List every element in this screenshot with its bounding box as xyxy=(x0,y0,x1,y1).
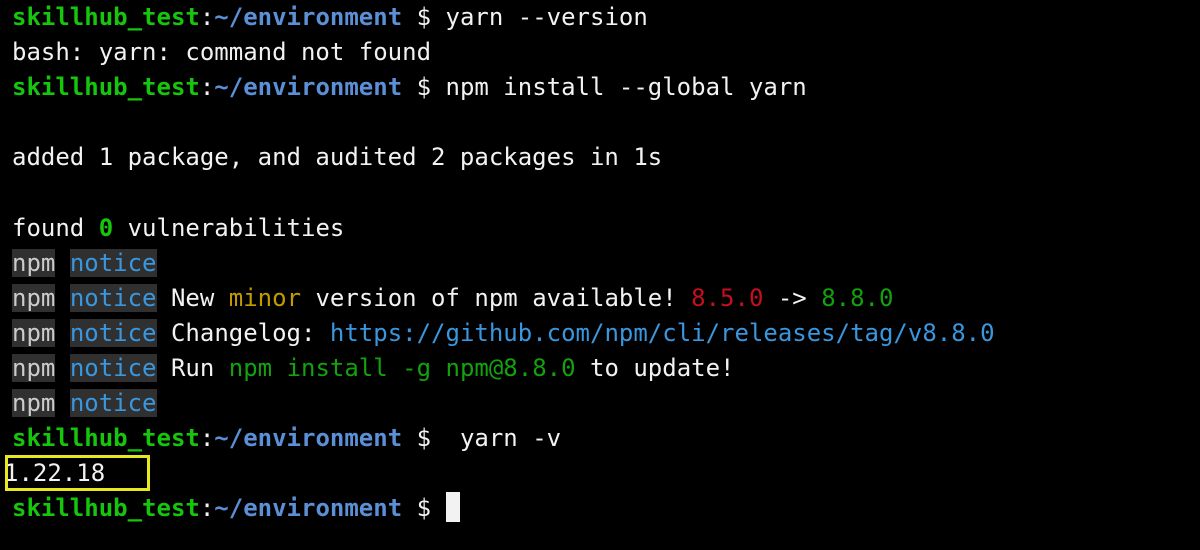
output-line: added 1 package, and audited 2 packages … xyxy=(12,143,663,172)
npm-label: npm xyxy=(12,353,56,382)
npm-label: npm xyxy=(12,389,56,418)
npm-notice-line: npm notice xyxy=(12,246,1192,281)
npm-notice-line: npm notice Run npm install -g npm@8.8.0 … xyxy=(12,351,1192,386)
notice-text: New xyxy=(156,283,229,312)
notice-text: to update! xyxy=(575,353,735,382)
prompt-separator: : xyxy=(199,424,215,453)
changelog-link[interactable]: https://github.com/npm/cli/releases/tag/… xyxy=(330,319,995,347)
prompt-symbol: $ xyxy=(416,494,432,523)
prompt-user: skillhub_test xyxy=(12,3,200,31)
prompt-separator: : xyxy=(199,73,215,102)
notice-text: Run xyxy=(156,353,229,382)
version-arrow: -> xyxy=(763,283,822,312)
version-output-line: 1.22.18 xyxy=(4,456,1192,491)
prompt-symbol: $ xyxy=(416,424,432,453)
prompt-user: skillhub_test xyxy=(12,73,200,102)
new-version: 8.8.0 xyxy=(821,283,894,312)
prompt-line-1: skillhub_test:~/environment $ yarn --ver… xyxy=(12,0,1192,35)
prompt-line-2: skillhub_test:~/environment $ npm instal… xyxy=(12,70,1192,105)
terminal-cursor xyxy=(445,492,460,523)
npm-notice-line: npm notice New minor version of npm avai… xyxy=(12,281,1192,316)
vulnerabilities-line: found 0 vulnerabilities xyxy=(12,211,1192,246)
prompt-separator: : xyxy=(199,494,215,523)
notice-label: notice xyxy=(69,248,157,277)
command-text: yarn --version xyxy=(431,3,648,31)
command-text: npm install --global yarn xyxy=(431,73,807,102)
prompt-symbol: $ xyxy=(416,73,432,102)
notice-label: notice xyxy=(69,283,157,312)
prompt-line-3: skillhub_test:~/environment $ yarn -v xyxy=(12,421,1192,456)
npm-notice-line: npm notice xyxy=(12,386,1192,421)
prompt-path: ~/environment xyxy=(214,73,403,102)
npm-notice-line: npm notice Changelog: https://github.com… xyxy=(12,316,1192,351)
minor-label: minor xyxy=(228,283,302,312)
notice-text: version of npm available! xyxy=(301,283,692,312)
notice-text: Changelog: xyxy=(156,318,330,347)
npm-label: npm xyxy=(12,248,56,277)
found-suffix: vulnerabilities xyxy=(113,213,345,242)
found-prefix: found xyxy=(12,213,99,242)
vulnerability-count: 0 xyxy=(98,213,114,242)
prompt-line-4: skillhub_test:~/environment $ xyxy=(12,491,1192,526)
prompt-path: ~/environment xyxy=(214,3,403,31)
prompt-user: skillhub_test xyxy=(12,494,200,523)
yarn-version-output: 1.22.18 xyxy=(4,459,106,488)
prompt-path: ~/environment xyxy=(214,494,403,523)
npm-label: npm xyxy=(12,283,56,312)
terminal-output[interactable]: skillhub_test:~/environment $ yarn --ver… xyxy=(4,0,1192,526)
command-text: yarn -v xyxy=(431,424,562,453)
notice-label: notice xyxy=(69,389,157,418)
output-line: bash: yarn: command not found xyxy=(12,38,432,67)
notice-label: notice xyxy=(69,318,157,347)
old-version: 8.5.0 xyxy=(691,283,764,312)
prompt-path: ~/environment xyxy=(214,424,403,453)
npm-label: npm xyxy=(12,318,56,347)
prompt-symbol: $ xyxy=(416,3,432,31)
prompt-user: skillhub_test xyxy=(12,424,200,453)
prompt-separator: : xyxy=(199,3,215,31)
notice-label: notice xyxy=(69,353,157,382)
update-command: npm install -g npm@8.8.0 xyxy=(228,353,576,382)
